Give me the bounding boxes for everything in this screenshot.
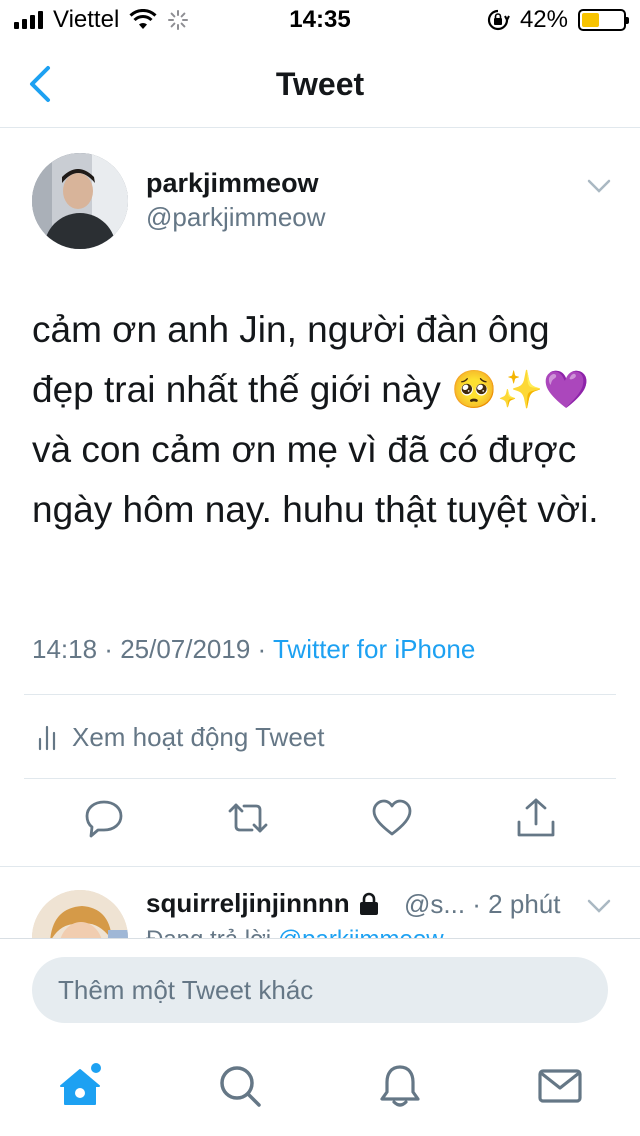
tweet-text-part: và con cảm ơn mẹ vì đã có được ngày hôm … — [32, 429, 599, 530]
meta-separator: · — [97, 634, 121, 664]
tweet-time: 14:18 — [32, 634, 98, 664]
reply-icon[interactable] — [82, 796, 126, 840]
divider — [24, 694, 616, 695]
reply-display-name: squirreljinjinnnn — [146, 888, 350, 918]
author-display-name[interactable]: parkjimmeow — [146, 168, 319, 199]
home-icon[interactable] — [56, 1062, 104, 1110]
add-tweet-input[interactable]: Thêm một Tweet khác — [32, 957, 608, 1023]
messages-icon[interactable] — [536, 1062, 584, 1110]
reply-context-link[interactable]: @parkjimmeow — [278, 926, 444, 938]
reply-context-prefix: Đang trả lời — [146, 926, 278, 938]
status-bar: Viettel 14:35 42% — [0, 0, 640, 40]
tweet-emoji: 🥺✨💜 — [451, 368, 590, 411]
tab-bar — [0, 1040, 640, 1136]
reply-meta: @s... · 2 phút — [404, 889, 561, 919]
author-avatar[interactable] — [32, 153, 128, 249]
more-options-chevron-icon[interactable] — [586, 178, 612, 194]
tweet-source-link[interactable]: Twitter for iPhone — [273, 634, 475, 664]
search-icon[interactable] — [216, 1062, 264, 1110]
view-tweet-activity-button[interactable]: Xem hoạt động Tweet — [38, 722, 324, 753]
meta-separator: · — [250, 634, 273, 664]
analytics-icon — [38, 725, 56, 750]
battery-percent: 42% — [519, 6, 568, 33]
share-icon[interactable] — [514, 796, 558, 840]
divider — [24, 778, 616, 779]
author-handle[interactable]: @parkjimmeow — [146, 202, 326, 233]
notification-dot — [91, 1063, 101, 1073]
status-right: 42% — [486, 6, 629, 34]
reply-context: Đang trả lời @parkjimmeow — [146, 926, 444, 938]
battery-icon — [578, 9, 629, 31]
page-title: Tweet — [275, 66, 365, 102]
tweet-actions — [0, 796, 640, 850]
lock-icon — [359, 892, 378, 915]
reply-more-chevron-icon[interactable] — [586, 898, 612, 914]
notifications-icon[interactable] — [376, 1062, 424, 1110]
navigation-bar: Tweet — [0, 40, 640, 128]
tweet-meta: 14:18 · 25/07/2019 · Twitter for iPhone — [32, 634, 475, 665]
reply-avatar[interactable] — [32, 890, 128, 938]
reply-tweet[interactable]: squirreljinjinnnn @s... · 2 phút Đang tr… — [0, 866, 640, 938]
tweet-text: cảm ơn anh Jin, người đàn ông đẹp trai n… — [32, 300, 617, 540]
retweet-icon[interactable] — [226, 796, 270, 840]
orientation-lock-icon — [487, 9, 510, 31]
tweet-date: 25/07/2019 — [120, 634, 251, 664]
reply-author-name[interactable]: squirreljinjinnnn — [146, 888, 380, 919]
activity-label: Xem hoạt động Tweet — [72, 722, 325, 752]
composer-area: Thêm một Tweet khác — [0, 938, 640, 1040]
like-icon[interactable] — [370, 796, 414, 840]
